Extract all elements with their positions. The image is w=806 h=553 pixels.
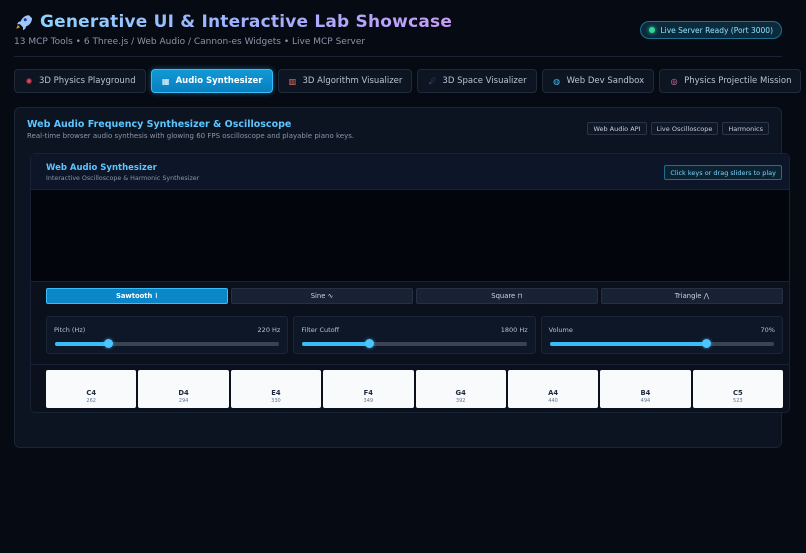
filter-cutoff-label: Filter Cutoff [301,326,340,334]
pitch-slider-fill [55,342,109,346]
pitch-label: Pitch (Hz) [54,326,86,334]
globe-icon: ◍ [553,76,561,86]
key-note: D4 [178,389,189,397]
tab-web-dev-sandbox[interactable]: ◍ Web Dev Sandbox [541,69,655,93]
feature-tags: Web Audio API Live Oscilloscope Harmonic… [587,122,769,135]
volume-slider[interactable] [549,339,774,348]
piano-key-g4[interactable]: G4 392 [415,370,506,408]
tab-3d-space-visualizer[interactable]: ☄ 3D Space Visualizer [417,69,537,93]
key-note: C4 [86,389,97,397]
tab-label: Audio Synthesizer [175,76,263,86]
filter-cutoff-slider[interactable] [302,339,527,348]
panel-description: Real-time browser audio synthesis with g… [27,132,355,140]
keyboard-icon: ▦ [161,76,170,86]
synthesizer-widget: Web Audio Synthesizer Interactive Oscill… [30,153,790,413]
synth-subtitle: Interactive Oscilloscope & Harmonic Synt… [46,175,200,182]
pitch-slider-thumb[interactable] [104,339,114,348]
volume-slider-thumb[interactable] [702,339,712,348]
synth-header: Web Audio Synthesizer Interactive Oscill… [31,154,789,190]
key-note: F4 [363,389,373,397]
piano-key-c4[interactable]: C4 262 [46,370,137,408]
status-dot-icon [649,27,656,33]
tab-label: Physics Projectile Mission [684,76,792,86]
slider-controls: Pitch (Hz) 220 Hz Filter Cutoff 1800 Hz … [46,316,783,354]
key-frequency: 523 [733,398,743,404]
target-icon: ◎ [670,76,678,86]
key-frequency: 294 [178,398,189,404]
tab-audio-synthesizer[interactable]: ▦ Audio Synthesizer [150,69,273,93]
filter-cutoff-slider-fill [302,342,370,346]
piano-key-e4[interactable]: E4 330 [230,370,322,408]
piano-key-f4[interactable]: F4 349 [323,370,414,408]
piano-section: C4 262 D4 294 E4 330 F4 349 G4 392 A4 44… [31,364,789,414]
server-status-badge: Live Server Ready (Port 3000) [640,21,782,39]
volume-value: 70% [760,326,775,334]
key-note: C5 [732,389,743,397]
waveform-triangle-button[interactable]: Triangle ⋀ [601,288,783,304]
tab-3d-physics-playground[interactable]: ✺ 3D Physics Playground [14,69,146,93]
atom-icon: ✺ [25,76,33,86]
server-status-text: Live Server Ready (Port 3000) [660,25,773,35]
key-note: A4 [548,389,559,397]
key-frequency: 494 [640,398,651,404]
bars-icon: ▥ [288,76,297,86]
piano-key-c5[interactable]: C5 523 [692,370,783,408]
key-note: E4 [271,389,281,397]
key-frequency: 349 [363,398,374,404]
tag-web-audio-api: Web Audio API [587,122,647,135]
tab-physics-projectile-mission[interactable]: ◎ Physics Projectile Mission [659,69,802,93]
piano-key-a4[interactable]: A4 440 [507,370,599,408]
volume-label: Volume [548,326,573,334]
pitch-slider[interactable] [55,339,280,348]
space-icon: ☄ [428,76,436,86]
tag-live-oscilloscope: Live Oscilloscope [650,122,719,135]
filter-cutoff-value: 1800 Hz [500,326,528,334]
app-title: Generative UI & Interactive Lab Showcase [40,12,453,32]
waveform-sine-button[interactable]: Sine ∿ [231,288,413,304]
key-frequency: 440 [548,398,558,404]
volume-slider-fill [549,342,707,346]
tab-label: Web Dev Sandbox [566,76,645,86]
widget-panel: Web Audio Frequency Synthesizer & Oscill… [14,107,790,448]
pitch-control: Pitch (Hz) 220 Hz [46,316,289,354]
waveform-square-button[interactable]: Square ⊓ [416,288,598,304]
widget-tabs: ✺ 3D Physics Playground ▦ Audio Synthesi… [14,69,802,93]
waveform-sawtooth-button[interactable]: Sawtooth ⌇ [46,288,228,304]
tag-harmonics: Harmonics [722,122,769,135]
header-divider [14,56,782,57]
key-frequency: 330 [271,398,281,404]
key-frequency: 262 [86,398,96,404]
tab-label: 3D Space Visualizer [442,76,527,86]
piano-key-d4[interactable]: D4 294 [138,370,229,408]
oscilloscope-canvas [31,190,789,282]
key-note: G4 [455,389,466,397]
key-frequency: 392 [455,398,466,404]
tab-label: 3D Algorithm Visualizer [302,76,403,86]
app-header: Generative UI & Interactive Lab Showcase… [14,12,782,56]
tab-label: 3D Physics Playground [39,76,136,86]
pitch-value: 220 Hz [257,326,281,334]
volume-control: Volume 70% [540,316,783,354]
filter-cutoff-slider-thumb[interactable] [365,339,375,348]
piano-key-b4[interactable]: B4 494 [600,370,691,408]
piano-keyboard: C4 262 D4 294 E4 330 F4 349 G4 392 A4 44… [46,370,783,408]
tab-3d-algorithm-visualizer[interactable]: ▥ 3D Algorithm Visualizer [277,69,413,93]
rocket-icon [16,15,32,31]
play-hint: Click keys or drag sliders to play [664,165,782,180]
panel-title: Web Audio Frequency Synthesizer & Oscill… [27,119,292,130]
key-note: B4 [640,389,651,397]
filter-cutoff-control: Filter Cutoff 1800 Hz [293,316,536,354]
waveform-selector: Sawtooth ⌇ Sine ∿ Square ⊓ Triangle ⋀ [46,288,783,304]
synth-title: Web Audio Synthesizer [46,163,157,173]
